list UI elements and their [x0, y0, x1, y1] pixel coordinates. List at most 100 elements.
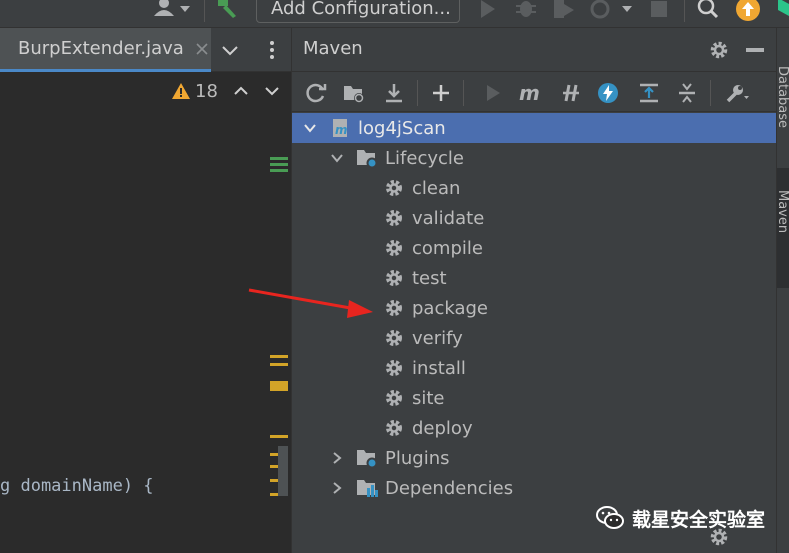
run-icon[interactable]: [478, 78, 508, 108]
more-options-icon[interactable]: [266, 38, 278, 62]
toolbar-separator: [463, 80, 464, 106]
scrollbar-thumb[interactable]: [278, 446, 288, 496]
right-tool-strip: Database Maven: [776, 28, 789, 553]
update-icon[interactable]: [734, 0, 762, 22]
scroll-marker[interactable]: [270, 381, 288, 391]
build-hammer-icon[interactable]: [214, 0, 240, 20]
search-icon[interactable]: [696, 0, 720, 21]
scroll-marker[interactable]: [270, 355, 288, 358]
goal-label: test: [412, 267, 447, 289]
inspection-widget[interactable]: 18: [172, 79, 218, 103]
user-icon[interactable]: [150, 0, 194, 20]
maven-toolbar: m: [292, 72, 777, 112]
side-tab-label: Maven: [777, 190, 789, 234]
editor-tab-bar: BurpExtender.java: [0, 28, 291, 72]
plugins-folder-icon: [356, 447, 378, 469]
debug-icon[interactable]: [514, 0, 538, 20]
collapse-all-icon[interactable]: [672, 78, 702, 108]
add-icon[interactable]: [426, 78, 456, 108]
tree-item-lifecycle[interactable]: Lifecycle: [292, 143, 777, 173]
tree-item-dependencies[interactable]: Dependencies: [292, 473, 777, 503]
tab-burpextender[interactable]: BurpExtender.java: [0, 28, 211, 72]
tree-item-goal[interactable]: compile: [292, 233, 777, 263]
toolbar-separator: [417, 80, 418, 106]
gear-icon: [383, 207, 405, 229]
tree-item-project[interactable]: m log4jScan: [292, 113, 777, 143]
goal-label: validate: [412, 207, 485, 229]
generate-sources-icon[interactable]: [339, 78, 369, 108]
download-icon[interactable]: [379, 78, 409, 108]
previous-highlight-icon[interactable]: [233, 83, 249, 99]
tree-item-goal[interactable]: clean: [292, 173, 777, 203]
goal-label: verify: [412, 327, 463, 349]
scroll-marker[interactable]: [270, 435, 288, 438]
toggle-offline-icon[interactable]: [556, 78, 586, 108]
lifecycle-label: Lifecycle: [385, 147, 464, 169]
dependencies-folder-icon: [356, 477, 378, 499]
next-highlight-icon[interactable]: [264, 83, 280, 99]
code-line[interactable]: g domainName) {: [0, 476, 154, 496]
reload-icon[interactable]: [301, 78, 331, 108]
scroll-marker[interactable]: [270, 163, 288, 166]
scroll-marker[interactable]: [270, 169, 288, 172]
maven-tool-window: Maven m m log4jScan Lifecycle clean vali…: [291, 28, 777, 553]
gear-icon[interactable]: [708, 39, 730, 61]
lifecycle-folder-icon: [356, 147, 378, 169]
show-dependencies-icon[interactable]: [634, 78, 664, 108]
maven-header: Maven: [292, 28, 777, 72]
hide-panel-icon[interactable]: [746, 48, 764, 52]
settings-wrench-icon[interactable]: [722, 78, 752, 108]
toolbar-separator: [710, 80, 711, 106]
gear-icon: [383, 267, 405, 289]
goal-label: deploy: [412, 417, 473, 439]
chevron-right-icon[interactable]: [330, 451, 344, 465]
warning-icon: [172, 83, 190, 99]
chevron-down-icon[interactable]: [303, 121, 317, 135]
wechat-icon: [596, 505, 624, 531]
project-name: log4jScan: [358, 117, 446, 139]
gear-icon: [383, 387, 405, 409]
run-icon[interactable]: [476, 0, 498, 20]
tree-item-goal[interactable]: deploy: [292, 413, 777, 443]
goal-label: compile: [412, 237, 483, 259]
gear-icon: [383, 417, 405, 439]
tree-item-goal[interactable]: test: [292, 263, 777, 293]
toolbar-separator: [684, 0, 685, 22]
tree-item-goal[interactable]: verify: [292, 323, 777, 353]
gear-icon: [383, 177, 405, 199]
gear-icon: [383, 237, 405, 259]
watermark-text: 载星安全实验室: [632, 508, 766, 531]
chevron-right-icon[interactable]: [330, 481, 344, 495]
scroll-marker[interactable]: [270, 157, 288, 160]
tab-label: BurpExtender.java: [18, 38, 184, 59]
stop-icon[interactable]: [648, 0, 670, 20]
tree-item-plugins[interactable]: Plugins: [292, 443, 777, 473]
skip-tests-icon[interactable]: [593, 78, 623, 108]
dependencies-label: Dependencies: [385, 477, 514, 499]
maven-project-icon: m: [330, 117, 352, 139]
tree-item-goal[interactable]: site: [292, 383, 777, 413]
gear-icon: [383, 297, 405, 319]
svg-text:m: m: [519, 83, 540, 103]
main-toolbar: Add Configuration...: [0, 0, 789, 28]
run-configuration-dropdown[interactable]: Add Configuration...: [256, 0, 460, 23]
chevron-down-icon[interactable]: [220, 40, 240, 60]
tree-item-goal[interactable]: install: [292, 353, 777, 383]
execute-goal-icon[interactable]: m: [516, 78, 546, 108]
run-with-coverage-icon[interactable]: [550, 0, 578, 20]
goal-label: package: [412, 297, 488, 319]
tree-item-goal[interactable]: validate: [292, 203, 777, 233]
close-icon[interactable]: [196, 42, 208, 55]
side-tab-maven[interactable]: Maven: [777, 168, 789, 288]
chevron-down-icon[interactable]: [330, 151, 344, 165]
goal-label: install: [412, 357, 466, 379]
profile-icon[interactable]: [588, 0, 636, 20]
tree-item-goal-package[interactable]: package: [292, 293, 777, 323]
toolbox-icon[interactable]: [774, 0, 789, 20]
plugins-label: Plugins: [385, 447, 450, 469]
scroll-marker[interactable]: [270, 363, 288, 366]
goal-label: site: [412, 387, 445, 409]
gear-icon: [383, 357, 405, 379]
watermark: 载星安全实验室: [596, 503, 765, 533]
side-tab-database[interactable]: Database: [777, 66, 789, 152]
